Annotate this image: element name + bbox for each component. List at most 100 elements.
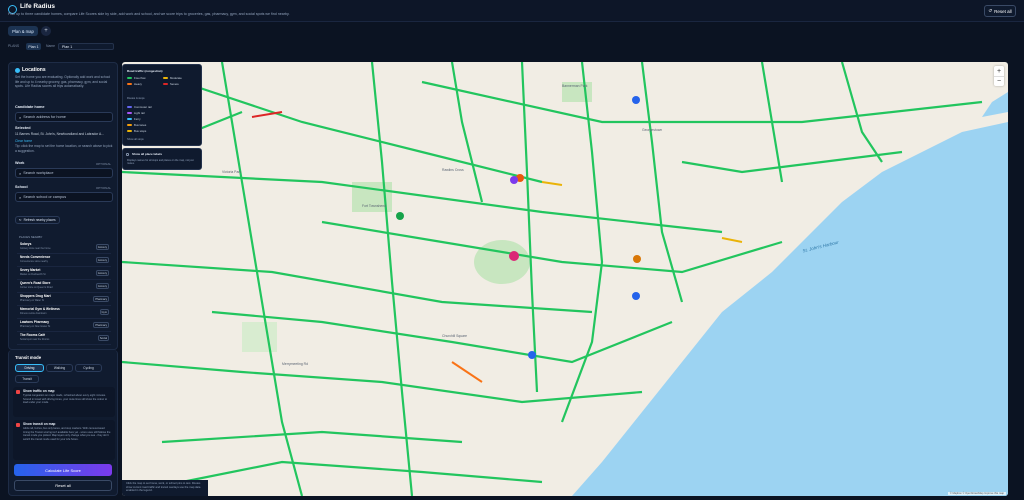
plan-chip[interactable]: Plan 1	[26, 43, 41, 50]
place-name: Needs Convenience	[20, 255, 51, 259]
legend-swatch	[127, 117, 132, 121]
map-label: Fort Townshend	[362, 204, 387, 208]
place-category-tag[interactable]: Grocery	[95, 283, 109, 289]
zoom-out-button[interactable]: −	[994, 76, 1004, 86]
app-title: Life Radius	[20, 3, 56, 10]
locations-title: Locations	[22, 67, 46, 73]
plan-name-input[interactable]: Plan 1	[58, 43, 114, 50]
place-category-tag[interactable]: Grocery	[95, 257, 109, 263]
mode-cycling-button[interactable]: Cycling	[75, 364, 102, 372]
place-sub: Grocery store near the home	[20, 247, 51, 250]
app-subtitle: Plan up to three candidate homes, compar…	[8, 12, 290, 16]
place-row[interactable]: The Rooms Café Social spot near the Room…	[17, 332, 111, 345]
calculate-life-score-button[interactable]: Calculate Life Score	[14, 464, 112, 476]
legend-label: Ferry	[134, 117, 141, 121]
place-row[interactable]: Lawtons Pharmacy Pharmacy on New Gower S…	[17, 319, 111, 332]
tab-plan-map[interactable]: Plan & map	[8, 26, 38, 36]
place-category-tag[interactable]: Gym	[99, 309, 109, 315]
place-row[interactable]: Sobeys Grocery store near the home Groce…	[17, 241, 111, 254]
legend-swatch	[127, 129, 132, 133]
candidate-home-input[interactable]: ⌕ Search address for home	[15, 112, 113, 122]
place-category-tag[interactable]: Pharmacy	[93, 322, 109, 328]
place-row[interactable]: Needs Convenience Convenience store near…	[17, 254, 111, 267]
zoom-in-button[interactable]: +	[994, 66, 1004, 76]
work-optional-tag: OPTIONAL	[95, 162, 111, 166]
transit-title: Transit mode	[15, 355, 42, 360]
search-icon: ⌕	[19, 114, 22, 120]
map-base	[122, 62, 1008, 496]
place-sub: Pharmacy on New Gower St	[20, 325, 51, 328]
zoom-control: + −	[994, 66, 1004, 86]
pin-icon	[15, 68, 20, 73]
place-category-tag[interactable]: Social	[97, 335, 109, 341]
legend-swatch	[163, 76, 168, 80]
sidebar: Locations Set the home you are evaluatin…	[8, 62, 118, 496]
traffic-toggle-title: Show traffic on map	[23, 389, 55, 393]
gym-marker	[633, 255, 641, 263]
legend-item: Moderate	[163, 76, 182, 80]
work-input[interactable]: ⌕ Search workplace	[15, 168, 113, 178]
place-row[interactable]: Shoppers Drug Mart Pharmacy on Water St …	[17, 293, 111, 306]
place-sub: Corner store on Queen's Road	[20, 286, 53, 289]
add-tab-button[interactable]: +	[41, 26, 51, 36]
map-attribution[interactable]: © Mapbox © OpenStreetMap Improve this ma…	[947, 492, 1006, 495]
place-labels-checkbox[interactable]	[126, 153, 129, 156]
legend-item: Severe	[163, 82, 179, 86]
show-place-labels-toggle[interactable]: Show all place labels Displays names for…	[122, 148, 202, 170]
grocery-marker	[396, 212, 404, 220]
mode-transit-button[interactable]: Transit	[15, 375, 39, 383]
search-icon: ⌕	[19, 170, 22, 176]
calculate-label: Calculate Life Score	[45, 467, 81, 473]
legend-label: Severe	[170, 82, 179, 86]
place-category-tag[interactable]: Pharmacy	[93, 296, 109, 302]
place-row[interactable]: Sevey Market Market on Duckworth St Groc…	[17, 267, 111, 280]
place-category-tag[interactable]: Grocery	[95, 244, 109, 250]
map-label: Churchill Square	[442, 334, 468, 338]
place-name: Sevey Market	[20, 268, 41, 272]
transit-checkbox[interactable]	[16, 423, 20, 427]
legend-swatch	[127, 111, 132, 115]
refresh-places-label: Refresh nearby places	[23, 218, 56, 222]
plans-label: PLANS	[8, 44, 20, 48]
transit-stop-marker	[632, 292, 640, 300]
map-label: Bannerman Park	[562, 84, 588, 88]
map-canvas[interactable]: Bannerman Park Fort Townshend Rawlins Cr…	[122, 62, 1008, 496]
traffic-toggle-card[interactable]: Show traffic on map Typical congestion o…	[13, 387, 115, 417]
mode-driving-button[interactable]: Driving	[15, 364, 44, 372]
place-row[interactable]: Memorial Gym & Wellness Fitness centre d…	[17, 306, 111, 319]
place-sub: Market on Duckworth St	[20, 273, 46, 276]
legend-item: Heavy	[127, 82, 142, 86]
transit-toggle-title: Show transit on map	[23, 422, 56, 426]
place-row[interactable]: Queen's Road Store Corner store on Queen…	[17, 280, 111, 293]
reset-all-top-button[interactable]: ↺ Reset all	[984, 5, 1016, 17]
transit-stop-marker	[528, 351, 536, 359]
social-marker	[510, 176, 518, 184]
mode-walking-button[interactable]: Walking	[46, 364, 73, 372]
legend-swatch	[163, 82, 168, 86]
app-header: Life Radius Plan up to three candidate h…	[0, 0, 1024, 22]
locations-card: Locations Set the home you are evaluatin…	[8, 62, 118, 350]
school-input[interactable]: ⌕ Search school or campus	[15, 192, 113, 202]
traffic-checkbox[interactable]	[16, 390, 20, 394]
reset-all-button[interactable]: Reset all	[14, 480, 112, 491]
refresh-places-button[interactable]: ↻ Refresh nearby places	[15, 216, 60, 224]
place-name: Memorial Gym & Wellness	[20, 307, 60, 311]
legend-note[interactable]: Show all stops	[127, 138, 144, 143]
place-name: Sobeys	[20, 242, 32, 246]
legend-item: Bus stops	[127, 129, 146, 133]
school-label: School	[15, 185, 28, 189]
legend-label: Bus lanes	[134, 123, 147, 127]
map-label: Rawlins Cross	[442, 168, 464, 172]
transit-toggle-card[interactable]: Show transit on map Adds rail, ferries, …	[13, 420, 115, 460]
park	[242, 322, 277, 352]
place-name: Shoppers Drug Mart	[20, 294, 51, 298]
legend-item: Commuter rail	[127, 105, 152, 109]
place-sub: Fitness centre downtown	[20, 312, 47, 315]
place-category-tag[interactable]: Grocery	[95, 270, 109, 276]
clear-home-link[interactable]: Clear home	[15, 139, 32, 144]
open-water	[982, 92, 1008, 117]
place-sub: Social spot near the Rooms	[20, 338, 50, 341]
reset-all-top-label: Reset all	[994, 8, 1012, 14]
place-name: The Rooms Café	[20, 333, 46, 337]
map-label: Georgestown	[642, 128, 663, 132]
